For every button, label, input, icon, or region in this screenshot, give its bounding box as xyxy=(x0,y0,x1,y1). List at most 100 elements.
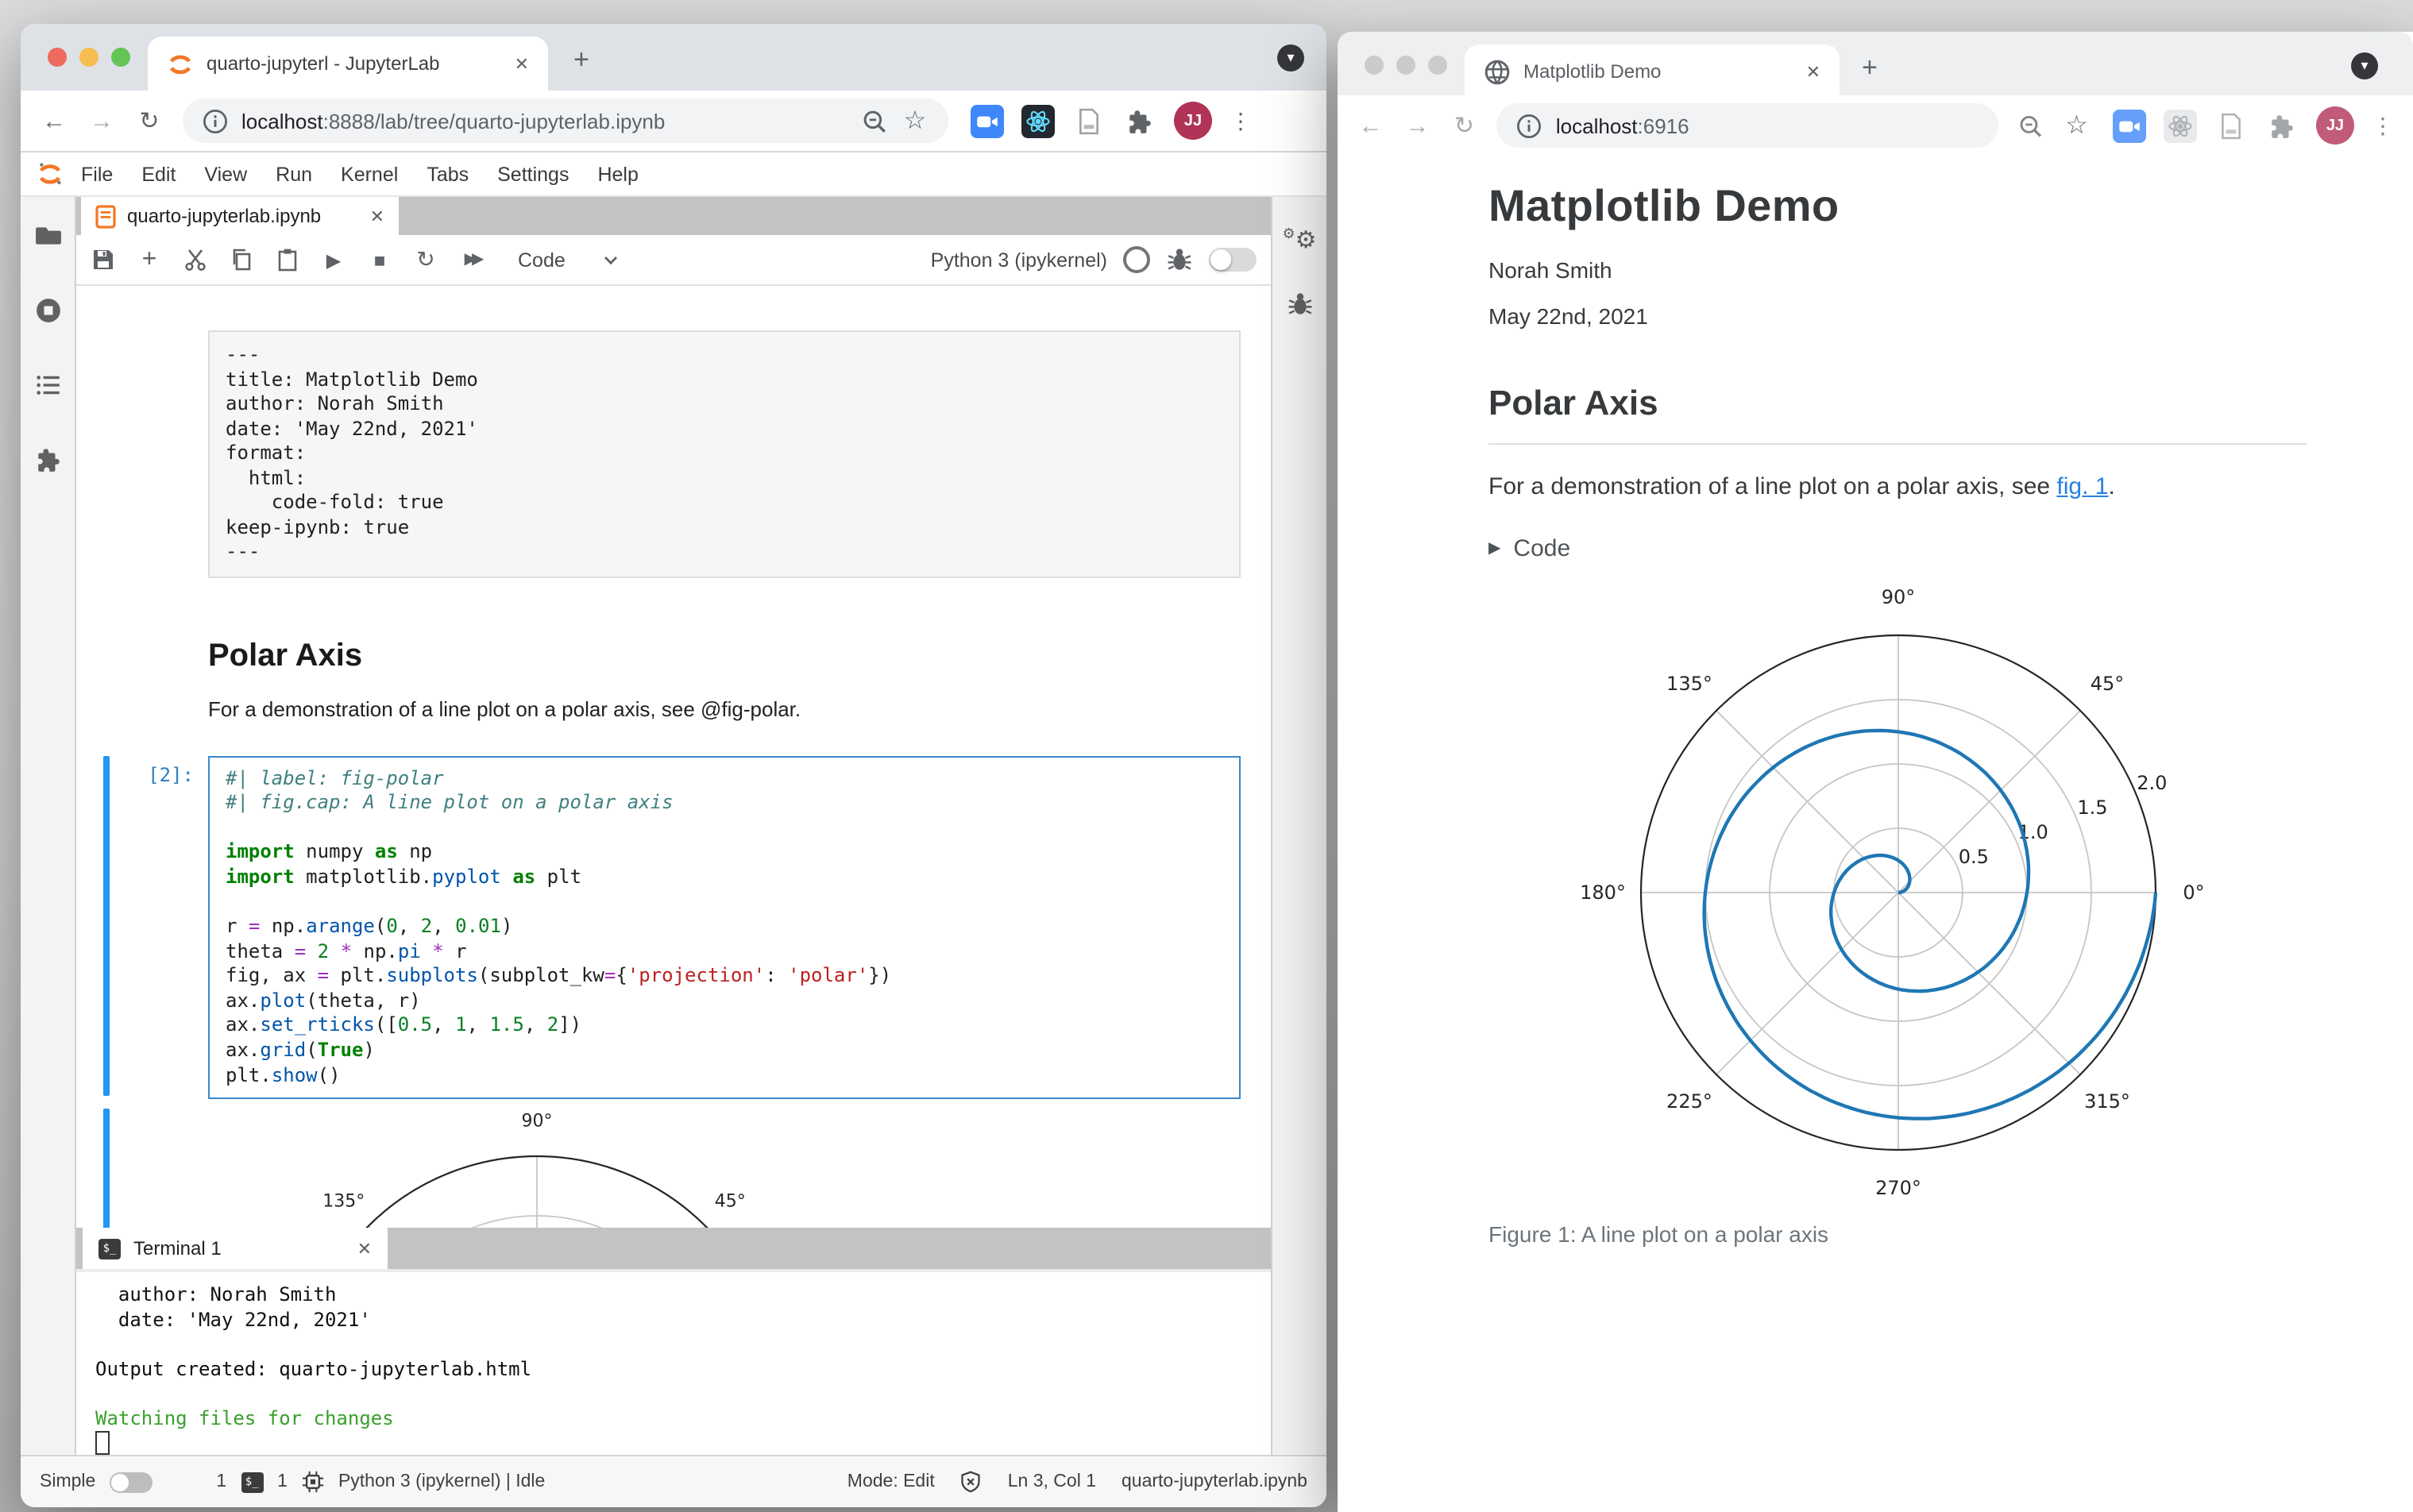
menu-view[interactable]: View xyxy=(190,163,261,185)
simple-mode-toggle[interactable] xyxy=(110,1472,153,1492)
avatar[interactable]: JJ xyxy=(2315,106,2354,145)
kernel-name[interactable]: Python 3 (ipykernel) xyxy=(931,249,1107,271)
close-window-button[interactable] xyxy=(48,48,67,67)
paste-cells-button[interactable] xyxy=(275,247,300,272)
menu-help[interactable]: Help xyxy=(583,163,652,185)
restart-kernel-button[interactable]: ↻ xyxy=(413,246,438,272)
file-browser-icon[interactable] xyxy=(34,222,61,249)
menu-edit[interactable]: Edit xyxy=(127,163,190,185)
debugger-toggle[interactable] xyxy=(1209,248,1257,272)
url-text[interactable]: localhost:8888/lab/tree/quarto-jupyterla… xyxy=(241,109,665,133)
address-bar[interactable]: localhost:6916 xyxy=(1496,103,1998,148)
new-tab-button[interactable]: + xyxy=(573,46,589,73)
yaml-frontmatter[interactable]: --- title: Matplotlib Demo author: Norah… xyxy=(208,330,1241,577)
terminal-output[interactable]: author: Norah Smith date: 'May 22nd, 202… xyxy=(76,1269,1271,1455)
extension-manager-icon[interactable] xyxy=(34,446,61,473)
minimize-window-button[interactable] xyxy=(79,48,98,67)
debugger-sidebar-bug-icon[interactable] xyxy=(1286,291,1313,318)
kernel-chip-icon[interactable] xyxy=(302,1471,324,1493)
disclosure-triangle-icon: ▶ xyxy=(1488,540,1501,557)
notification-shield-icon[interactable] xyxy=(960,1471,983,1493)
menu-tabs[interactable]: Tabs xyxy=(412,163,483,185)
figure: 0° 45° 90° 135° 180° 225° 270° 315° 0.5 1.0 1.5 2.0 xyxy=(1488,575,2307,1218)
svg-text:270°: 270° xyxy=(1874,1177,1921,1199)
raw-cell[interactable]: --- title: Matplotlib Demo author: Norah… xyxy=(76,311,1271,596)
tab-close-icon[interactable]: ✕ xyxy=(515,53,529,74)
property-inspector-gears-icon[interactable]: ⚙⚙ xyxy=(1282,222,1316,253)
reload-icon[interactable]: ↻ xyxy=(135,106,164,135)
active-filename: quarto-jupyterlab.ipynb xyxy=(1122,1472,1307,1491)
document-extension-icon[interactable] xyxy=(1072,104,1106,137)
add-cell-button[interactable]: + xyxy=(137,245,162,272)
browser-tab[interactable]: Matplotlib Demo ✕ xyxy=(1465,44,1840,98)
bookmark-star-icon[interactable]: ☆ xyxy=(901,105,929,137)
cell-collapser[interactable] xyxy=(103,755,110,1097)
svg-text:2.0: 2.0 xyxy=(2136,772,2166,794)
window-controls[interactable] xyxy=(48,48,130,67)
react-devtools-icon[interactable] xyxy=(2163,109,2197,142)
info-icon[interactable] xyxy=(1516,112,1543,139)
notebook-tab-title: quarto-jupyterlab.ipynb xyxy=(127,205,322,227)
svg-text:90°: 90° xyxy=(1881,586,1915,608)
save-button[interactable] xyxy=(91,247,116,272)
menu-file[interactable]: File xyxy=(67,163,127,185)
zoom-app-icon[interactable] xyxy=(2112,109,2146,142)
cursor-position[interactable]: Ln 3, Col 1 xyxy=(1008,1472,1096,1491)
notebook-tab-close-icon[interactable]: ✕ xyxy=(370,206,384,226)
terminal-tab[interactable]: $_ Terminal 1 ✕ xyxy=(83,1228,388,1269)
menu-kernel[interactable]: Kernel xyxy=(326,163,412,185)
menu-settings[interactable]: Settings xyxy=(483,163,583,185)
code-cell[interactable]: [2]: #| label: fig-polar #| fig.cap: A li… xyxy=(76,755,1271,1100)
browser-menu-icon[interactable]: ⋮ xyxy=(2372,112,2394,139)
info-icon[interactable] xyxy=(202,107,229,134)
run-cell-button[interactable]: ▶ xyxy=(321,247,346,272)
zoom-app-icon[interactable] xyxy=(971,104,1004,137)
bookmark-star-icon[interactable]: ☆ xyxy=(2063,110,2091,141)
notebook-mode[interactable]: Mode: Edit xyxy=(847,1472,935,1491)
cell-type-dropdown[interactable]: Code xyxy=(518,249,618,271)
interrupt-kernel-button[interactable]: ■ xyxy=(367,247,392,272)
browser-tab[interactable]: quarto-jupyterl - JupyterLab ✕ xyxy=(148,37,548,91)
extensions-puzzle-icon[interactable] xyxy=(2265,109,2299,142)
reload-icon[interactable]: ↻ xyxy=(1450,111,1478,140)
output-collapser[interactable] xyxy=(103,1109,110,1228)
table-of-contents-icon[interactable] xyxy=(34,372,61,399)
kernel-status-icon[interactable] xyxy=(1123,246,1150,273)
forward-icon[interactable]: → xyxy=(1403,112,1431,139)
forward-icon[interactable]: → xyxy=(87,107,116,134)
body-paragraph: For a demonstration of a line plot on a … xyxy=(1488,473,2115,500)
browser-menu-icon[interactable]: ⋮ xyxy=(1230,107,1252,134)
back-icon[interactable]: ← xyxy=(1357,112,1384,139)
address-bar[interactable]: localhost:8888/lab/tree/quarto-jupyterla… xyxy=(183,98,948,143)
cut-cells-button[interactable] xyxy=(183,247,208,272)
tab-search-button[interactable]: ▾ xyxy=(1277,44,1304,71)
figure-link[interactable]: fig. 1 xyxy=(2056,473,2108,500)
zoom-out-page-icon[interactable] xyxy=(2017,112,2044,139)
restart-run-all-button[interactable]: ▶▶ xyxy=(459,247,485,272)
zoom-out-page-icon[interactable] xyxy=(861,107,888,134)
code-fold-toggle[interactable]: ▶ Code xyxy=(1488,535,2413,562)
copy-cells-button[interactable] xyxy=(229,247,254,272)
notebook-tab[interactable]: quarto-jupyterlab.ipynb ✕ xyxy=(81,197,399,235)
url-text[interactable]: localhost:6916 xyxy=(1556,114,1689,137)
svg-text:225°: 225° xyxy=(1666,1090,1712,1113)
running-sessions-icon[interactable] xyxy=(34,297,61,324)
back-icon[interactable]: ← xyxy=(40,107,68,134)
markdown-cell[interactable]: Polar Axis For a demonstration of a line… xyxy=(76,596,1271,720)
menu-run[interactable]: Run xyxy=(261,163,326,185)
react-devtools-icon[interactable] xyxy=(1021,104,1055,137)
extensions-puzzle-icon[interactable] xyxy=(1123,104,1156,137)
zoom-window-button[interactable] xyxy=(111,48,130,67)
tab-search-button[interactable]: ▾ xyxy=(2351,52,2378,79)
document-extension-icon[interactable] xyxy=(2214,109,2248,142)
browser-tab-title: quarto-jupyterl - JupyterLab xyxy=(207,52,440,75)
window-controls[interactable] xyxy=(1365,56,1447,75)
tab-close-icon[interactable]: ✕ xyxy=(1806,61,1820,82)
debugger-bug-icon[interactable] xyxy=(1166,246,1193,273)
code-editor[interactable]: #| label: fig-polar #| fig.cap: A line pl… xyxy=(208,755,1241,1100)
document-date: May 22nd, 2021 xyxy=(1488,303,1648,329)
new-tab-button[interactable]: + xyxy=(1862,54,1878,81)
terminal-tab-close-icon[interactable]: ✕ xyxy=(357,1238,372,1259)
kernel-status-text[interactable]: Python 3 (ipykernel) | Idle xyxy=(338,1472,545,1491)
avatar[interactable]: JJ xyxy=(1174,102,1212,140)
